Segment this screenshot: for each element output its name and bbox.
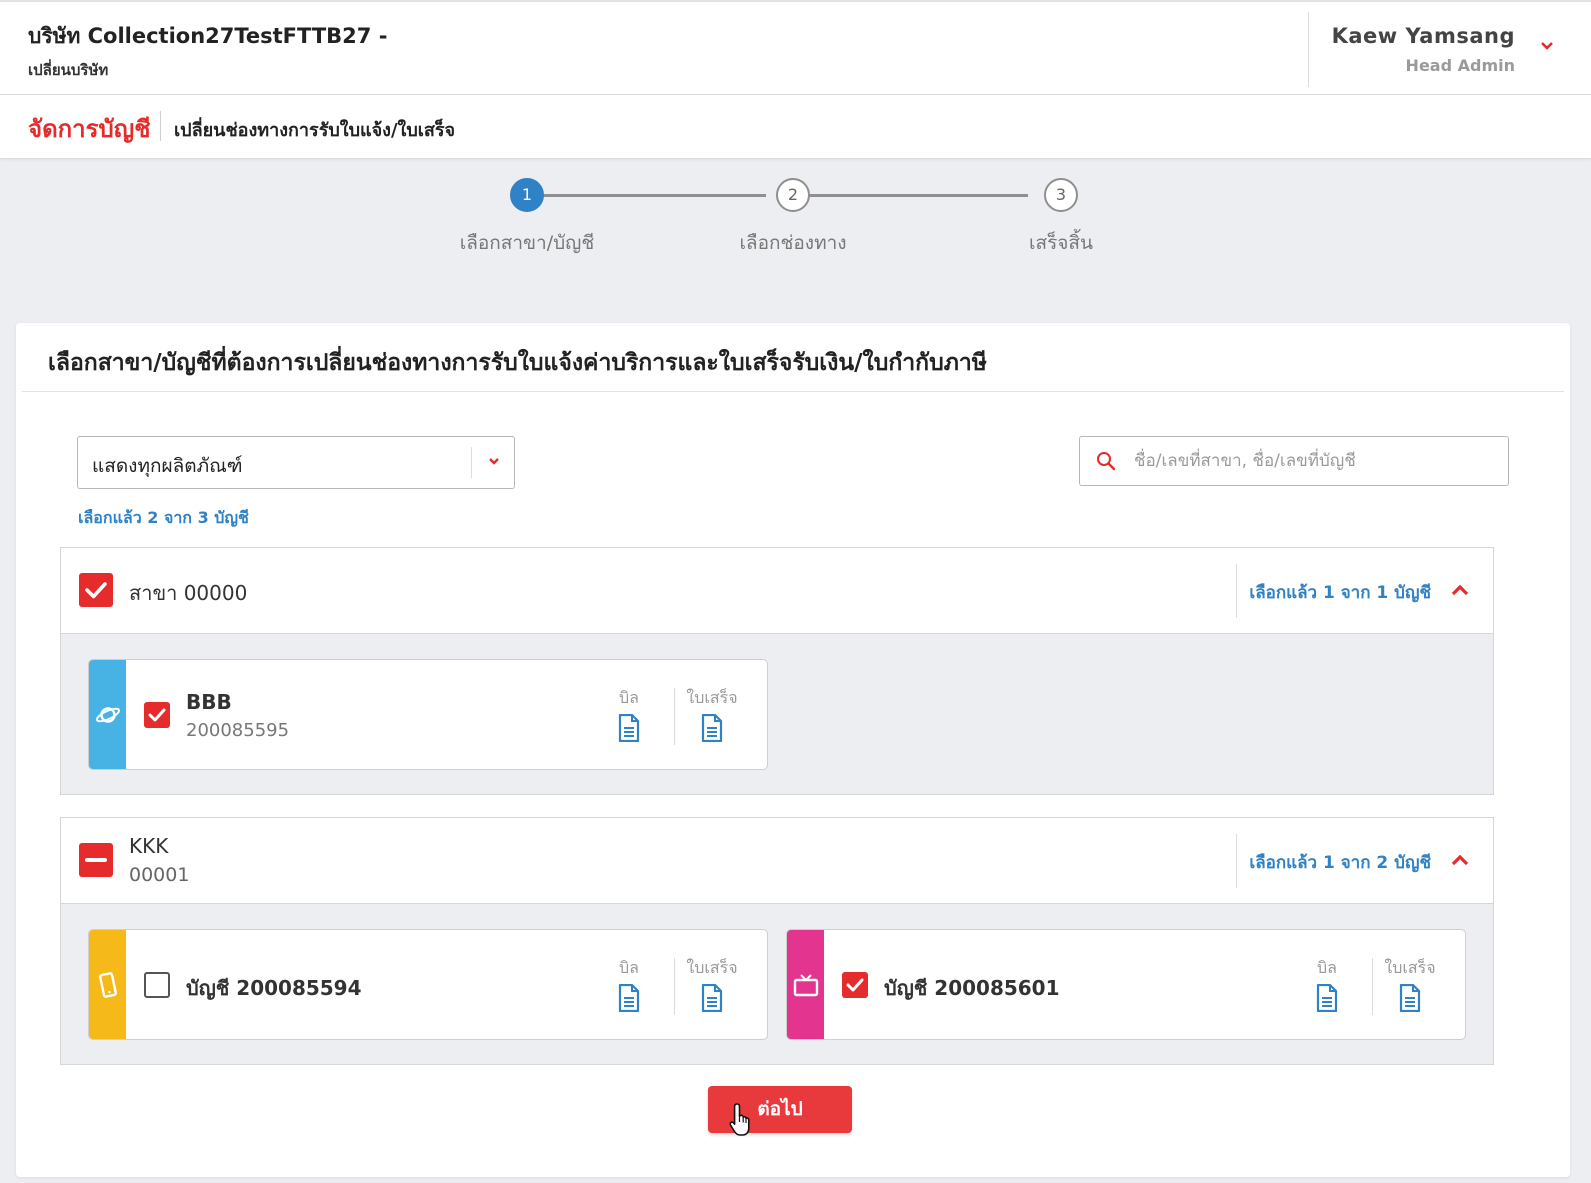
receipt-document-icon[interactable] — [701, 984, 723, 1012]
branch-selected-summary: เลือกแล้ว 1 จาก 2 บัญชี — [1249, 853, 1431, 873]
branch-selected-summary: เลือกแล้ว 1 จาก 1 บัญชี — [1249, 583, 1431, 603]
select-divider — [471, 447, 472, 478]
product-filter-value: แสดงทุกผลิตภัณฑ์ — [92, 455, 243, 477]
branch-header[interactable]: สาขา 00000 เลือกแล้ว 1 จาก 1 บัญชี — [61, 548, 1493, 634]
branch-code: 00001 — [129, 864, 190, 886]
breadcrumb-divider — [160, 111, 161, 141]
branch-group: สาขา 00000 เลือกแล้ว 1 จาก 1 บัญชี BBB 2… — [60, 547, 1494, 795]
top-header: บริษัท Collection27TestFTTB27 - เปลี่ยนบ… — [0, 0, 1591, 95]
card-title: เลือกสาขา/บัญชีที่ต้องการเปลี่ยนช่องทางก… — [48, 350, 987, 376]
step-1-label: เลือกสาขา/บัญชี — [459, 232, 595, 254]
product-strip — [89, 660, 126, 769]
hand-cursor-icon — [729, 1103, 750, 1136]
branch-checkbox[interactable] — [79, 573, 113, 607]
check-icon — [148, 708, 166, 722]
chevron-up-icon[interactable] — [1449, 851, 1471, 869]
card-divider — [22, 391, 1564, 392]
search-input[interactable] — [1134, 447, 1494, 475]
user-divider — [1308, 12, 1309, 87]
account-checkbox[interactable] — [842, 972, 868, 998]
account-checkbox[interactable] — [144, 702, 170, 728]
header-divider — [1236, 834, 1237, 888]
check-icon — [846, 978, 864, 992]
user-name[interactable]: Kaew Yamsang — [1332, 24, 1515, 48]
chevron-down-icon[interactable] — [1539, 38, 1555, 54]
chevron-down-icon[interactable] — [486, 453, 502, 469]
product-strip — [787, 930, 824, 1039]
header-divider — [1236, 564, 1237, 618]
breadcrumb: จัดการบัญชี เปลี่ยนช่องทางการรับใบแจ้ง/ใ… — [0, 95, 1591, 159]
bill-label: บิล — [1317, 958, 1337, 977]
receipt-label: ใบเสร็จ — [686, 688, 738, 707]
company-name: บริษัท Collection27TestFTTB27 - — [28, 24, 388, 48]
step-connector — [800, 194, 1028, 197]
account-number: 200085595 — [186, 720, 290, 741]
account-checkbox[interactable] — [144, 972, 170, 998]
search-icon — [1097, 452, 1116, 471]
bill-document-icon[interactable] — [618, 984, 640, 1012]
selected-count-summary: เลือกแล้ว 2 จาก 3 บัญชี — [78, 508, 249, 527]
receipt-label: ใบเสร็จ — [1384, 958, 1436, 977]
step-2-circle: 2 — [776, 178, 810, 212]
branch-name: สาขา 00000 — [129, 581, 248, 605]
account-name: บัญชี 200085594 — [186, 976, 362, 1000]
product-filter-select[interactable]: แสดงทุกผลิตภัณฑ์ — [77, 436, 515, 489]
user-role: Head Admin — [1405, 56, 1515, 75]
mobile-icon — [99, 972, 117, 998]
receipt-document-icon[interactable] — [1399, 984, 1421, 1012]
step-3-label: เสร็จสิ้น — [1028, 232, 1093, 254]
step-connector — [536, 194, 766, 197]
account-name: BBB — [186, 690, 232, 714]
branch-group: KKK 00001 เลือกแล้ว 1 จาก 2 บัญชี บัญชี … — [60, 817, 1494, 1065]
branch-name: KKK — [129, 834, 169, 858]
check-icon — [85, 582, 107, 599]
page-title: เปลี่ยนช่องทางการรับใบแจ้ง/ใบเสร็จ — [174, 120, 456, 141]
search-box[interactable] — [1079, 436, 1509, 486]
internet-icon — [95, 707, 121, 723]
bill-label: บิล — [619, 958, 639, 977]
product-strip — [89, 930, 126, 1039]
branch-header[interactable]: KKK 00001 เลือกแล้ว 1 จาก 2 บัญชี — [61, 818, 1493, 904]
branch-checkbox-partial[interactable] — [79, 843, 113, 877]
account-card[interactable]: BBB 200085595 บิล ใบเสร็จ — [88, 659, 768, 770]
account-card[interactable]: บัญชี 200085601 บิล ใบเสร็จ — [786, 929, 1466, 1040]
bill-document-icon[interactable] — [1316, 984, 1338, 1012]
tv-icon — [793, 974, 819, 997]
bill-label: บิล — [619, 688, 639, 707]
receipt-document-icon[interactable] — [701, 714, 723, 742]
step-1-circle: 1 — [510, 178, 544, 212]
account-name: บัญชี 200085601 — [884, 976, 1060, 1000]
bill-document-icon[interactable] — [618, 714, 640, 742]
breadcrumb-section[interactable]: จัดการบัญชี — [28, 109, 151, 148]
chevron-up-icon[interactable] — [1449, 581, 1471, 599]
step-2-label: เลือกช่องทาง — [739, 232, 847, 254]
account-card[interactable]: บัญชี 200085594 บิล ใบเสร็จ — [88, 929, 768, 1040]
receipt-label: ใบเสร็จ — [686, 958, 738, 977]
change-company-link[interactable]: เปลี่ยนบริษัท — [28, 58, 108, 82]
step-3-circle: 3 — [1044, 178, 1078, 212]
minus-icon — [85, 858, 107, 862]
